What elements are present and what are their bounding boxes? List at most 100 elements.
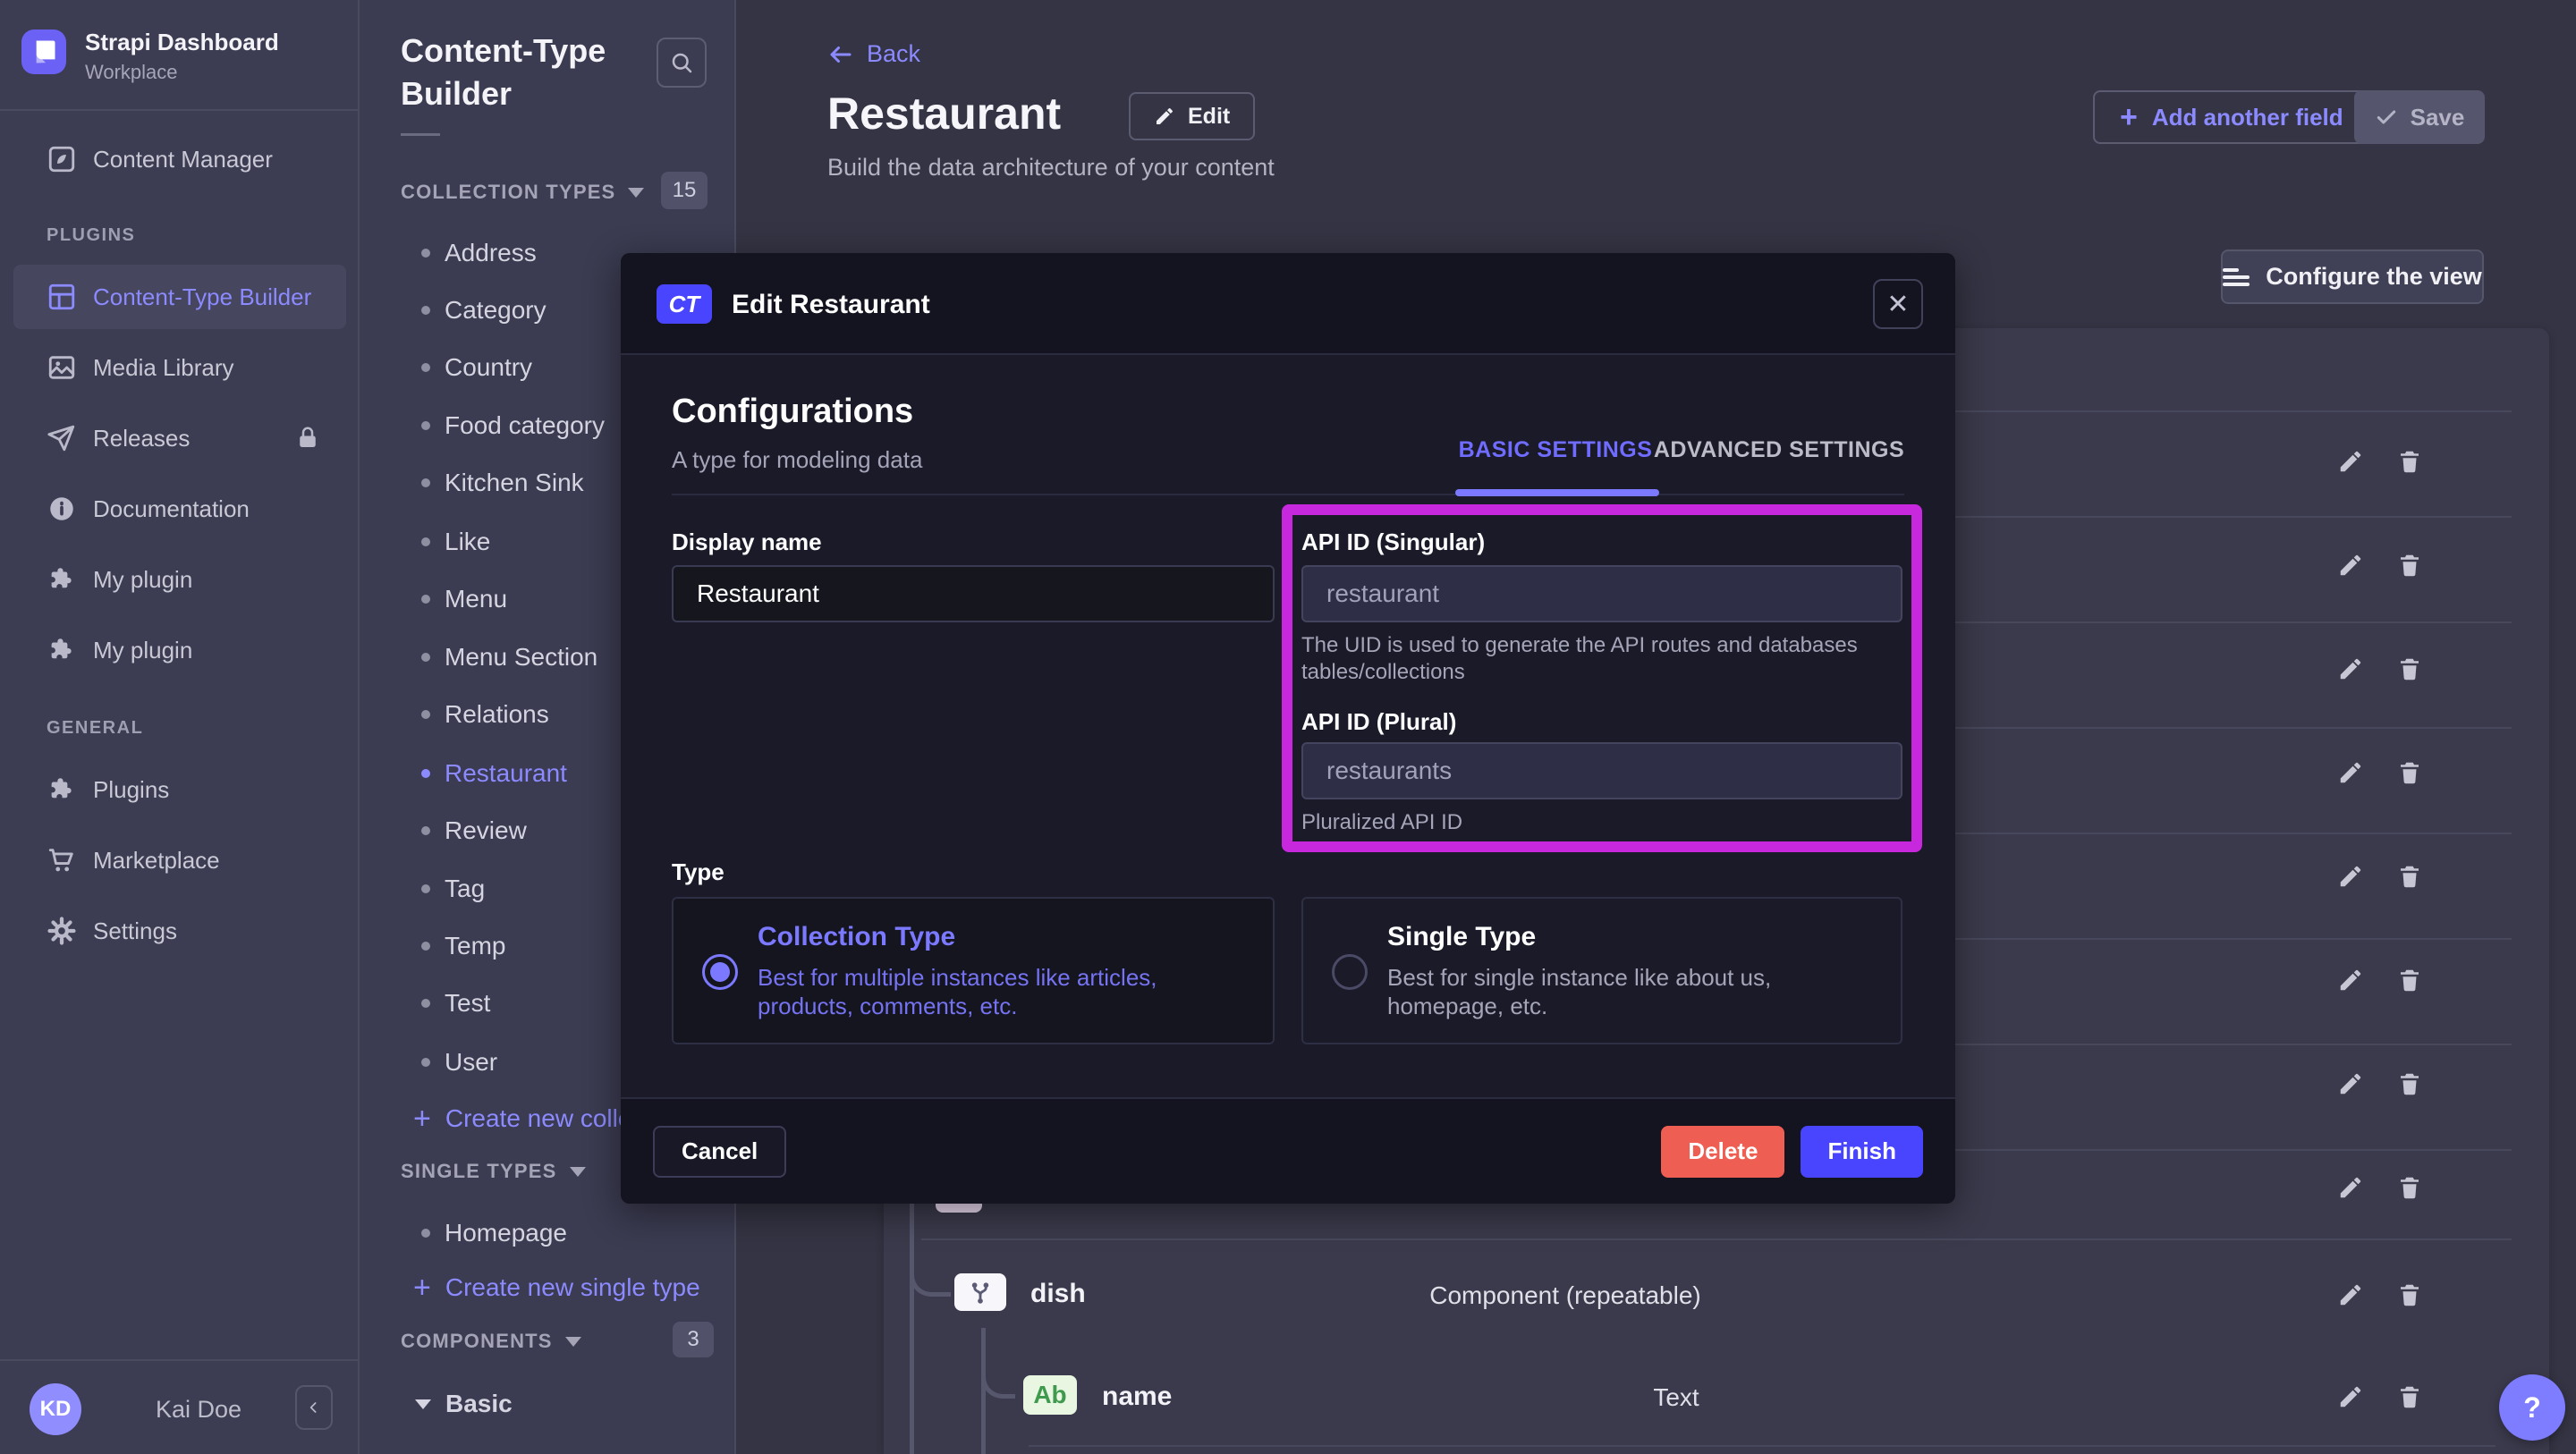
arrow-left-icon xyxy=(827,41,854,68)
trash-icon[interactable] xyxy=(2396,863,2423,890)
close-button[interactable]: ✕ xyxy=(1873,279,1923,329)
collection-item-restaurant[interactable]: Restaurant xyxy=(421,745,567,802)
collection-item-address[interactable]: Address xyxy=(421,224,537,282)
strapi-app: Strapi Dashboard Workplace Content Manag… xyxy=(0,0,2576,1454)
sidebar-item-my-plugin-1[interactable]: My plugin xyxy=(13,547,346,612)
sidebar-item-media-library[interactable]: Media Library xyxy=(13,335,346,400)
components-header[interactable]: COMPONENTS xyxy=(401,1323,581,1359)
pencil-icon[interactable] xyxy=(2337,759,2364,786)
api-id-singular-input[interactable] xyxy=(1301,565,1902,622)
sidebar-item-releases[interactable]: Releases xyxy=(13,406,346,470)
help-button[interactable]: ? xyxy=(2499,1374,2565,1441)
collection-item-category[interactable]: Category xyxy=(421,282,547,339)
lock-icon xyxy=(294,425,321,452)
item-label: Relations xyxy=(445,700,549,729)
item-label: Tag xyxy=(445,875,485,903)
collection-item-menu-section[interactable]: Menu Section xyxy=(421,629,597,686)
item-label: Test xyxy=(445,989,490,1018)
collection-item-user[interactable]: User xyxy=(421,1034,497,1091)
pencil-icon[interactable] xyxy=(2337,1281,2364,1308)
tabs-divider xyxy=(672,494,1904,495)
plus-icon: + xyxy=(413,1103,431,1134)
delete-button[interactable]: Delete xyxy=(1661,1126,1784,1178)
api-id-plural-input[interactable] xyxy=(1301,742,1902,799)
sidebar-item-plugins[interactable]: Plugins xyxy=(13,757,346,822)
gear-icon xyxy=(47,916,77,946)
content-manager-icon xyxy=(47,144,77,174)
tree-elbow xyxy=(910,1255,951,1297)
sidebar-item-documentation[interactable]: Documentation xyxy=(13,477,346,541)
create-single-type-link[interactable]: + Create new single type xyxy=(413,1259,700,1316)
back-link[interactable]: Back xyxy=(827,40,920,68)
sidebar-item-my-plugin-2[interactable]: My plugin xyxy=(13,618,346,682)
collection-item-country[interactable]: Country xyxy=(421,339,532,396)
bullet-icon xyxy=(421,1229,430,1238)
component-group-basic[interactable]: Basic xyxy=(415,1375,513,1433)
configure-view-button[interactable]: Configure the view xyxy=(2221,249,2484,304)
collection-item-temp[interactable]: Temp xyxy=(421,917,505,975)
search-button[interactable] xyxy=(657,38,707,88)
trash-icon[interactable] xyxy=(2396,448,2423,475)
save-button[interactable]: Save xyxy=(2354,90,2485,144)
edit-restaurant-modal: CT Edit Restaurant ✕ Configurations A ty… xyxy=(621,253,1955,1204)
tab-advanced-settings[interactable]: ADVANCED SETTINGS xyxy=(1645,432,1913,468)
pencil-icon[interactable] xyxy=(2337,655,2364,682)
collection-item-tag[interactable]: Tag xyxy=(421,860,485,917)
trash-icon[interactable] xyxy=(2396,967,2423,993)
trash-icon[interactable] xyxy=(2396,552,2423,579)
pencil-icon[interactable] xyxy=(2337,863,2364,890)
tab-basic-settings[interactable]: BASIC SETTINGS xyxy=(1439,432,1672,468)
collection-item-food-category[interactable]: Food category xyxy=(421,397,605,454)
sidebar-item-content-type-builder[interactable]: Content-Type Builder xyxy=(13,265,346,329)
collection-item-relations[interactable]: Relations xyxy=(421,686,549,743)
collection-types-header[interactable]: COLLECTION TYPES xyxy=(401,174,644,210)
collection-item-review[interactable]: Review xyxy=(421,802,527,859)
trash-icon[interactable] xyxy=(2396,1070,2423,1097)
add-another-field-button[interactable]: + Add another field xyxy=(2093,90,2370,144)
finish-button[interactable]: Finish xyxy=(1801,1126,1923,1178)
row-actions xyxy=(2337,448,2423,475)
info-icon xyxy=(47,494,77,524)
collapse-sidebar-button[interactable] xyxy=(295,1385,333,1430)
bullet-icon xyxy=(421,653,430,662)
radio-selected-icon[interactable] xyxy=(702,954,738,990)
item-label: Menu Section xyxy=(445,643,597,672)
collection-item-kitchen-sink[interactable]: Kitchen Sink xyxy=(421,454,584,511)
pencil-icon[interactable] xyxy=(2337,1383,2364,1410)
sidebar-item-label: Releases xyxy=(93,425,190,452)
collection-item-menu[interactable]: Menu xyxy=(421,571,507,628)
avatar[interactable]: KD xyxy=(30,1383,81,1435)
radio-unselected-icon[interactable] xyxy=(1332,954,1368,990)
collection-type-card[interactable]: Collection Type Best for multiple instan… xyxy=(672,897,1275,1044)
pencil-icon[interactable] xyxy=(2337,967,2364,993)
bullet-icon xyxy=(421,249,430,258)
sidebar-item-marketplace[interactable]: Marketplace xyxy=(13,828,346,892)
pencil-icon[interactable] xyxy=(2337,448,2364,475)
collection-item-test[interactable]: Test xyxy=(421,975,490,1032)
display-name-label: Display name xyxy=(672,528,822,556)
single-types-header[interactable]: SINGLE TYPES xyxy=(401,1154,586,1189)
single-type-card[interactable]: Single Type Best for single instance lik… xyxy=(1301,897,1902,1044)
pencil-icon[interactable] xyxy=(2337,1070,2364,1097)
check-icon xyxy=(2375,106,2398,129)
bullet-icon xyxy=(421,999,430,1008)
cancel-button[interactable]: Cancel xyxy=(653,1126,786,1178)
sidebar-item-label: Media Library xyxy=(93,354,234,382)
workspace-label: Workplace xyxy=(85,61,178,84)
single-item-homepage[interactable]: Homepage xyxy=(421,1205,567,1262)
trash-icon[interactable] xyxy=(2396,759,2423,786)
pencil-icon[interactable] xyxy=(2337,552,2364,579)
sidebar-item-settings[interactable]: Settings xyxy=(13,899,346,963)
trash-icon[interactable] xyxy=(2396,1281,2423,1308)
display-name-input[interactable] xyxy=(672,565,1275,622)
trash-icon[interactable] xyxy=(2396,1383,2423,1410)
pencil-icon[interactable] xyxy=(2337,1174,2364,1201)
trash-icon[interactable] xyxy=(2396,655,2423,682)
collection-item-like[interactable]: Like xyxy=(421,513,490,571)
row-actions xyxy=(2337,863,2423,890)
sidebar-item-content-manager[interactable]: Content Manager xyxy=(13,127,346,191)
create-collection-type-link[interactable]: + Create new collection type xyxy=(413,1090,627,1147)
chevron-down-icon xyxy=(415,1399,431,1409)
trash-icon[interactable] xyxy=(2396,1174,2423,1201)
edit-button[interactable]: Edit xyxy=(1129,92,1255,140)
